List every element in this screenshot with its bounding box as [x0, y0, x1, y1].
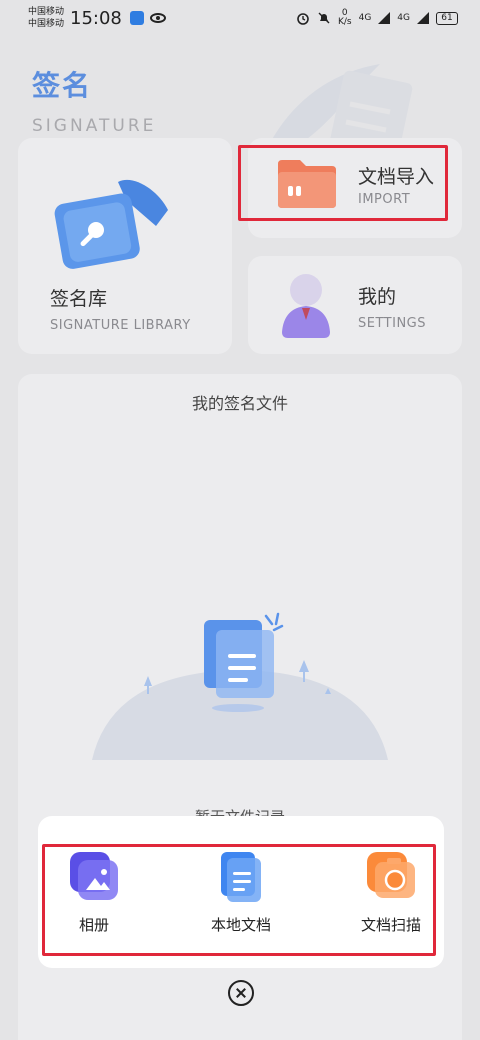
shield-icon [129, 11, 144, 25]
page-title: 签名 [32, 69, 93, 102]
eye-icon [149, 13, 166, 23]
clock: 15:08 [70, 7, 122, 29]
alarm-icon [297, 13, 309, 25]
net-speed-unit: K/s [337, 17, 352, 27]
signal-2-icon [417, 12, 429, 24]
files-panel-title: 我的签名文件 [191, 394, 288, 413]
settings-subtitle: SETTINGS [358, 316, 427, 331]
carrier-1: 中国移动 [28, 7, 65, 17]
import-highlight-box [238, 145, 448, 221]
net-speed: 0 K/s [338, 9, 352, 27]
signal-2-label: 4G [397, 13, 410, 23]
library-subtitle: SIGNATURE LIBRARY [50, 318, 191, 333]
carrier-2: 中国移动 [28, 19, 65, 29]
signature-library-card[interactable]: 签名库 SIGNATURE LIBRARY [18, 138, 232, 354]
signal-1-label: 4G [358, 13, 372, 23]
status-bar: 中国移动 中国移动 15:08 0 K/s 4G 4G 61 [0, 0, 480, 36]
signal-1-icon [378, 12, 391, 24]
library-title: 签名库 [50, 288, 108, 310]
mute-bell-icon [318, 12, 330, 24]
empty-document-icon [92, 612, 388, 760]
close-icon[interactable] [228, 980, 254, 1006]
pen-nib-icon [54, 179, 168, 269]
options-highlight-box [42, 844, 436, 956]
settings-card[interactable]: 我的 SETTINGS [248, 256, 462, 354]
settings-title: 我的 [358, 286, 397, 308]
battery-indicator: 61 [436, 11, 458, 25]
user-icon [282, 274, 330, 338]
carrier-info: 中国移动 中国移动 [28, 6, 64, 30]
page-subtitle: SIGNATURE [32, 116, 157, 136]
